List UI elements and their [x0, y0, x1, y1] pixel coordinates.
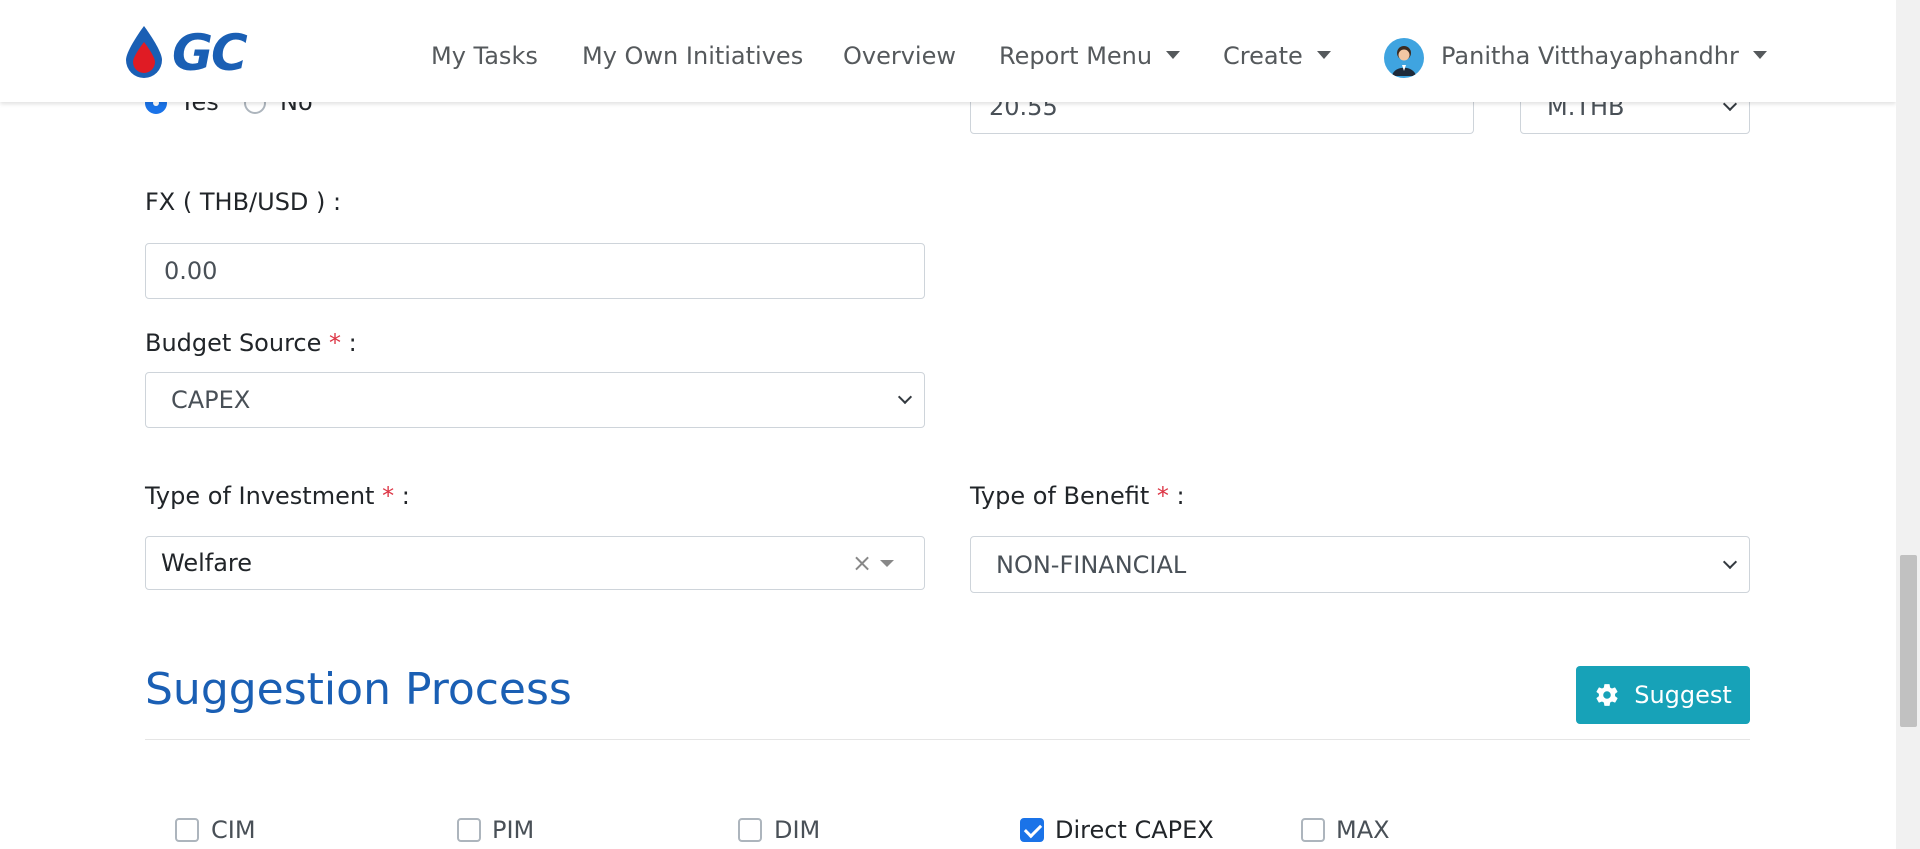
type-investment-label: Type of Investment * :: [145, 482, 410, 510]
checkbox-pim-label: PIM: [492, 816, 535, 844]
type-benefit-label: Type of Benefit * :: [970, 482, 1185, 510]
nav-report-menu[interactable]: Report Menu: [999, 42, 1181, 70]
caret-down-icon: [1166, 51, 1181, 59]
type-investment-select[interactable]: Welfare ×: [145, 536, 925, 590]
type-investment-value: Welfare: [161, 549, 253, 577]
vertical-scrollbar[interactable]: [1896, 0, 1920, 849]
chevron-down-icon: [897, 389, 913, 405]
avatar[interactable]: [1384, 38, 1424, 78]
logo-text: GC: [172, 24, 248, 82]
user-icon: [1392, 46, 1416, 76]
nav-my-tasks[interactable]: My Tasks: [431, 42, 538, 70]
checkbox-dim[interactable]: [738, 818, 762, 842]
gear-icon: [1596, 684, 1618, 706]
checkbox-pim[interactable]: [457, 818, 481, 842]
nav-overview[interactable]: Overview: [843, 42, 956, 70]
suggest-button[interactable]: Suggest: [1576, 666, 1750, 724]
caret-down-icon: [1752, 51, 1767, 59]
type-benefit-select[interactable]: NON-FINANCIAL: [970, 536, 1750, 593]
checkbox-cim-label: CIM: [211, 816, 256, 844]
logo[interactable]: GC: [122, 22, 292, 82]
required-mark: *: [329, 329, 342, 357]
section-title: Suggestion Process: [145, 664, 572, 715]
checkbox-dim-label: DIM: [774, 816, 821, 844]
page: Yes No 20.55 M.THB FX ( THB/USD ) : 0.00…: [0, 0, 1896, 849]
budget-source-label: Budget Source * :: [145, 329, 357, 357]
checkbox-max-label: MAX: [1336, 816, 1390, 844]
type-benefit-value: NON-FINANCIAL: [996, 550, 1187, 579]
caret-down-icon[interactable]: [880, 560, 894, 567]
section-divider: [145, 739, 1750, 740]
checkbox-direct-capex-label: Direct CAPEX: [1055, 816, 1214, 844]
checkbox-cim[interactable]: [175, 818, 199, 842]
caret-down-icon: [1316, 51, 1331, 59]
nav-my-own-initiatives[interactable]: My Own Initiatives: [582, 42, 803, 70]
budget-source-value: CAPEX: [171, 386, 251, 414]
drop-logo-icon: [126, 26, 162, 78]
checkbox-max[interactable]: [1301, 818, 1325, 842]
top-navbar: GC My Tasks My Own Initiatives Overview …: [0, 0, 1896, 102]
checkbox-direct-capex[interactable]: [1020, 818, 1044, 842]
fx-input[interactable]: 0.00: [145, 243, 925, 299]
budget-source-select[interactable]: CAPEX: [145, 372, 925, 428]
fx-value: 0.00: [164, 257, 218, 285]
fx-label: FX ( THB/USD ) :: [145, 188, 342, 216]
clear-icon[interactable]: ×: [852, 549, 872, 577]
chevron-down-icon: [1722, 554, 1738, 569]
nav-create[interactable]: Create: [1223, 42, 1331, 70]
nav-user-menu[interactable]: Panitha Vitthayaphandhr: [1441, 42, 1767, 70]
scrollbar-thumb[interactable]: [1900, 555, 1917, 727]
required-mark: *: [382, 482, 395, 510]
required-mark: *: [1156, 482, 1169, 510]
suggest-button-label: Suggest: [1634, 681, 1732, 709]
